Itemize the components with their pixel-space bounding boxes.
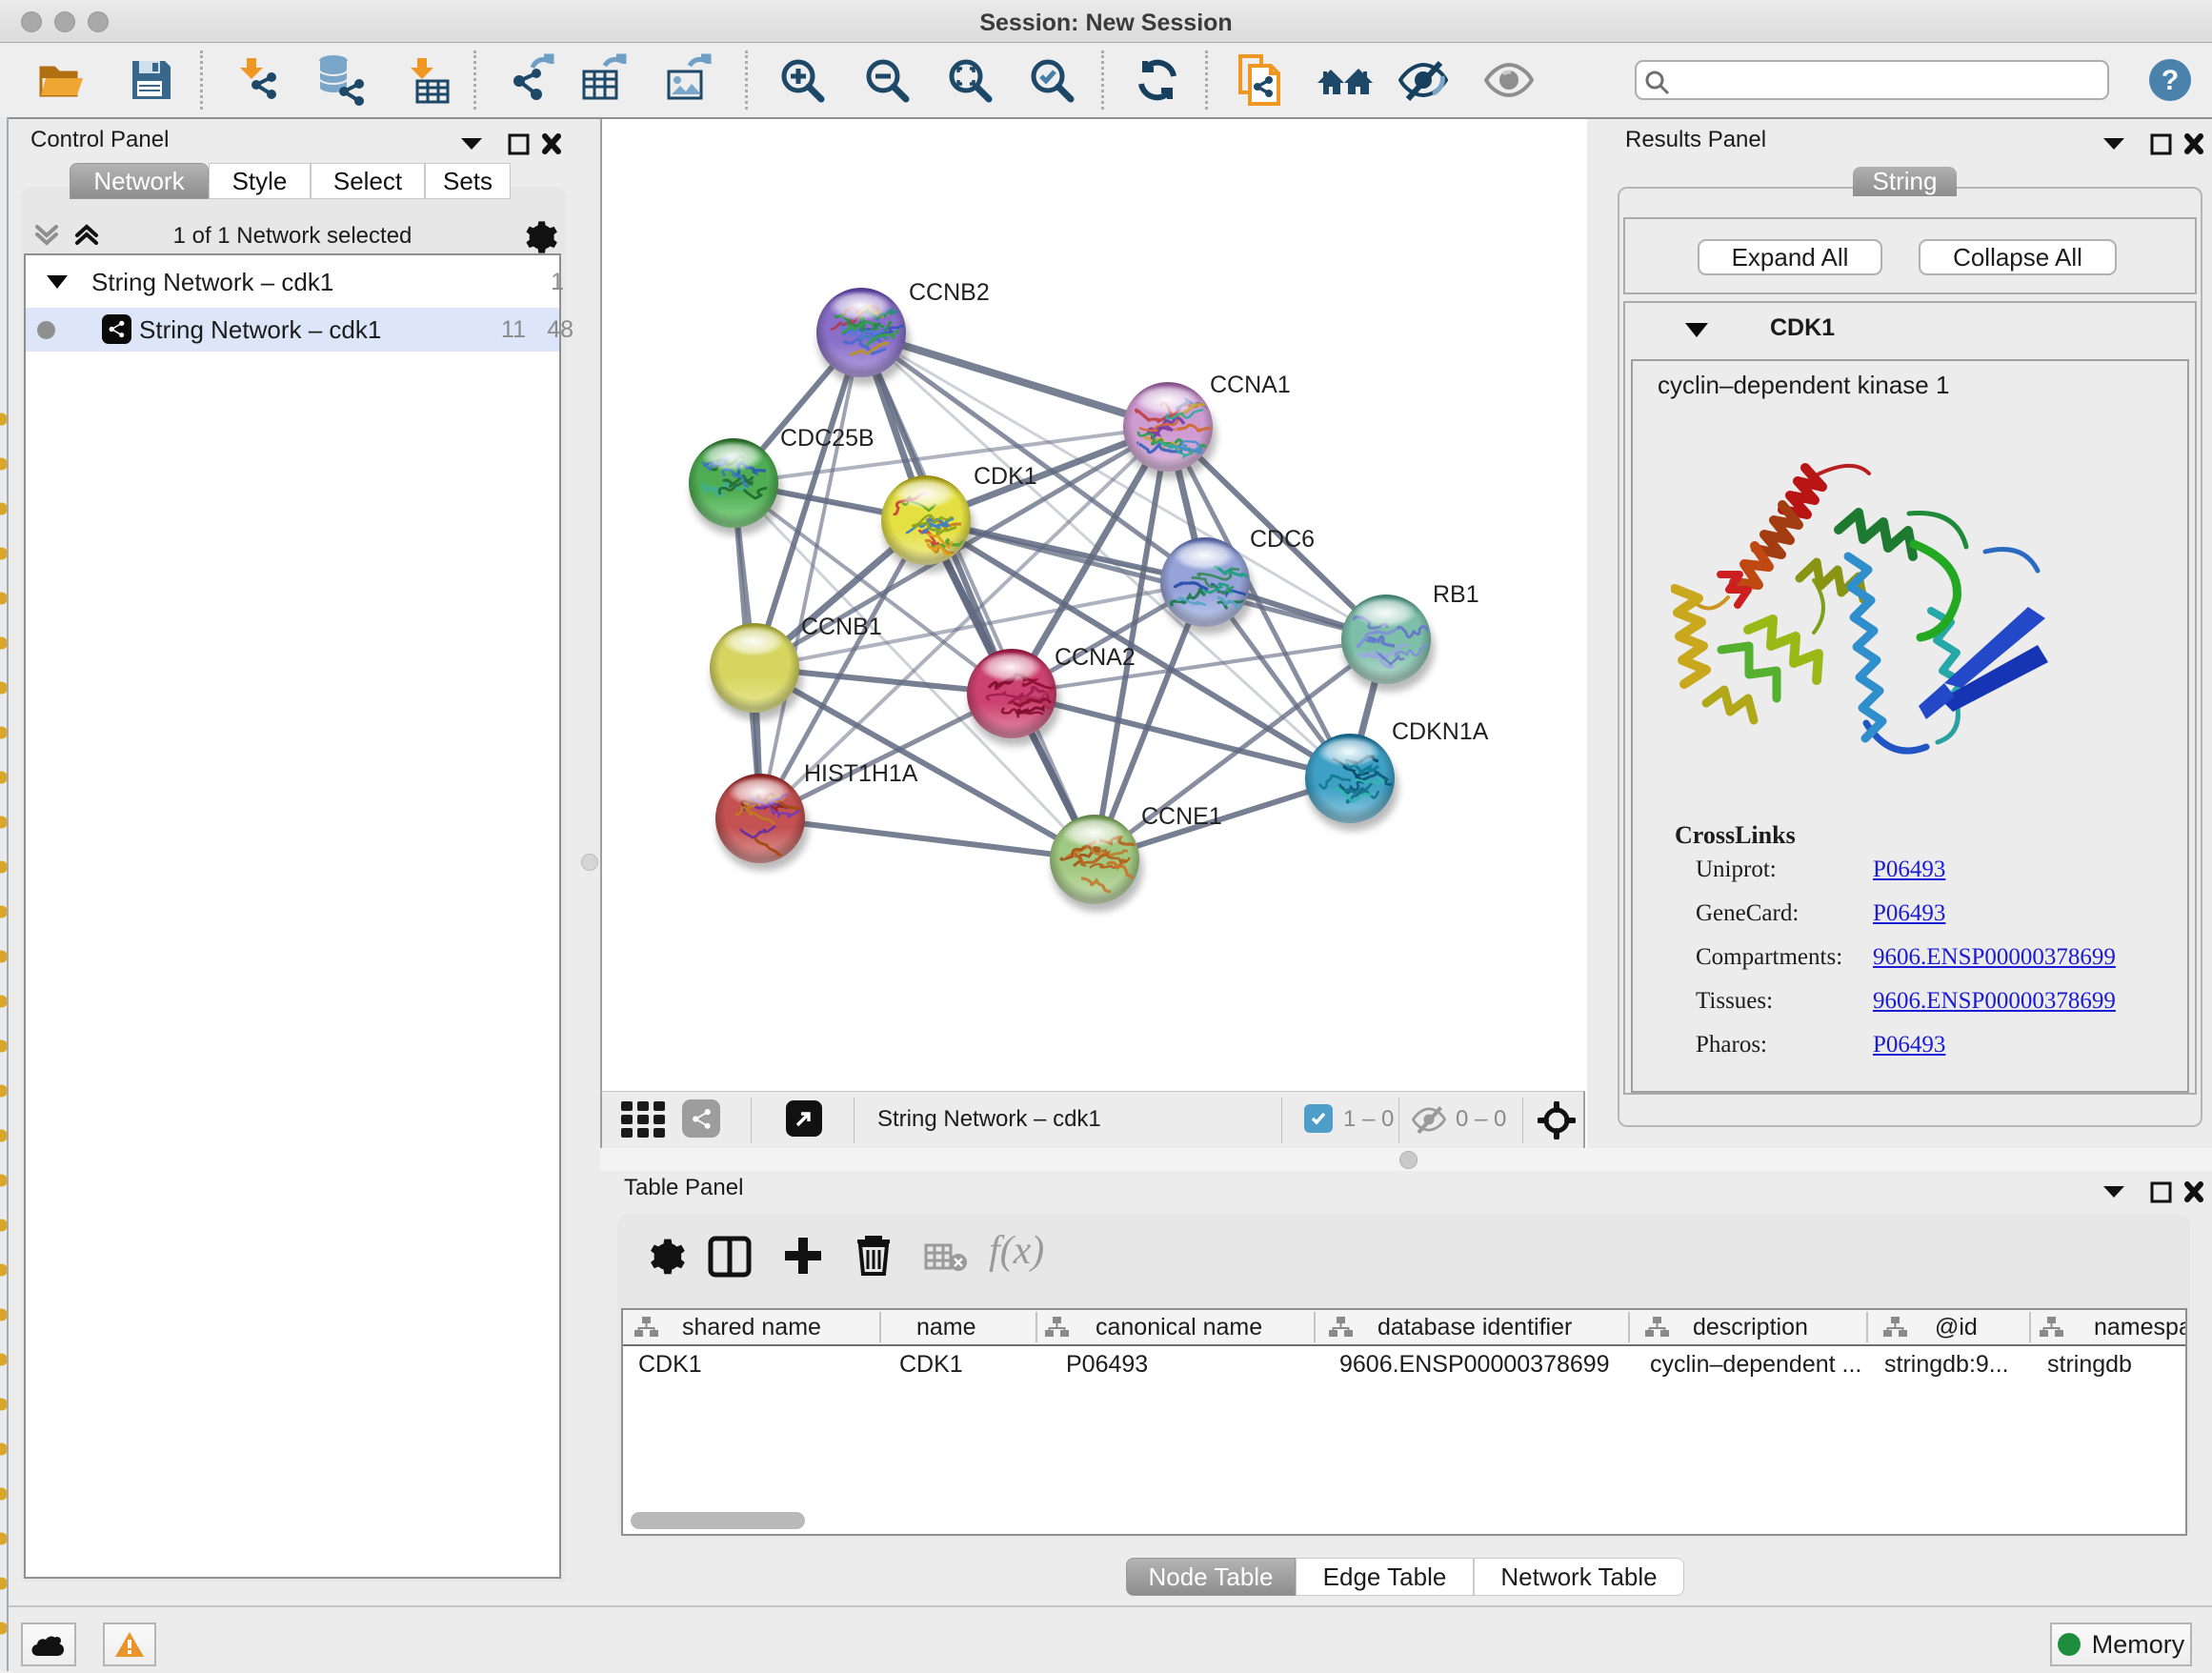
- svg-text:CDC6: CDC6: [1250, 526, 1315, 553]
- svg-text:RB1: RB1: [1433, 581, 1479, 608]
- svg-text:CCNA2: CCNA2: [1055, 644, 1136, 671]
- svg-text:CCNB1: CCNB1: [801, 614, 882, 640]
- svg-text:CDC25B: CDC25B: [780, 425, 875, 452]
- svg-text:CCNB2: CCNB2: [909, 279, 990, 306]
- svg-text:CDK1: CDK1: [974, 463, 1037, 490]
- svg-text:CDKN1A: CDKN1A: [1392, 718, 1489, 745]
- svg-text:HIST1H1A: HIST1H1A: [804, 760, 918, 787]
- svg-text:CCNE1: CCNE1: [1141, 803, 1222, 830]
- svg-text:?: ?: [2162, 65, 2179, 96]
- svg-text:CCNA1: CCNA1: [1210, 372, 1291, 398]
